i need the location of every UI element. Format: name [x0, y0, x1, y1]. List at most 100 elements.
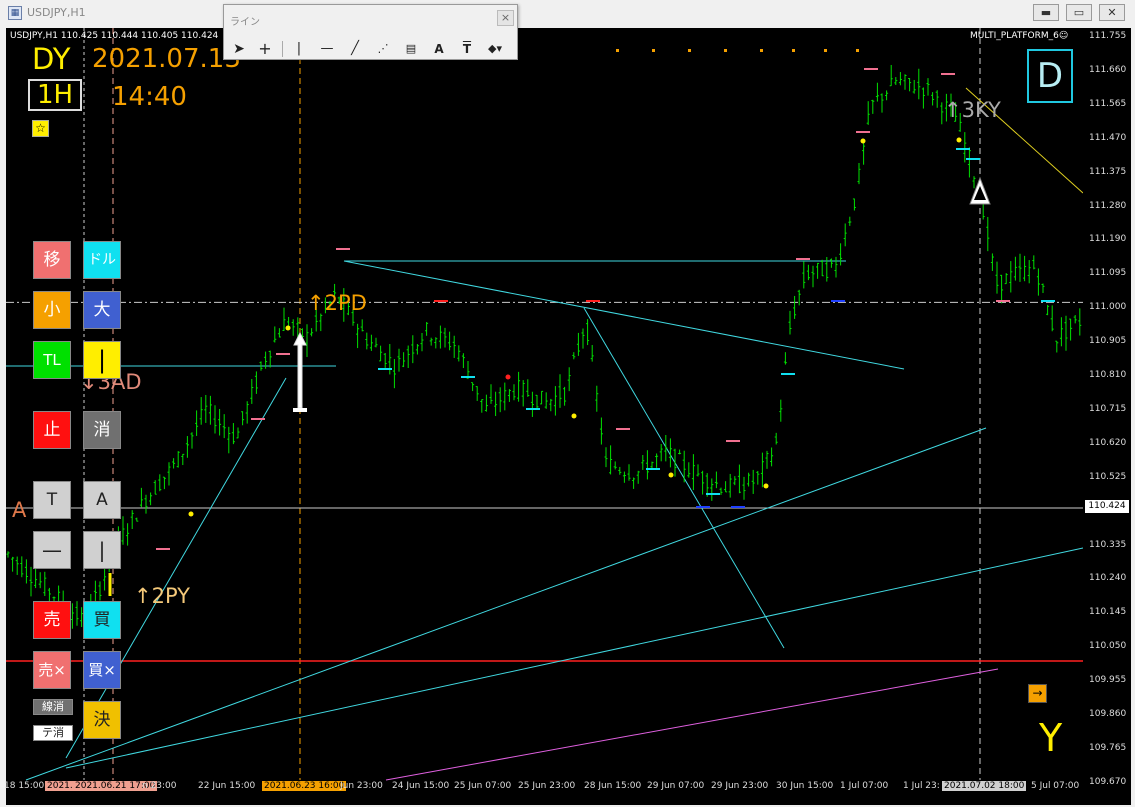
- order-marker: [956, 148, 970, 150]
- fibonacci-icon[interactable]: ⋰: [372, 38, 394, 60]
- te-erase-button[interactable]: テ消: [33, 725, 73, 741]
- cursor-icon[interactable]: ➤: [228, 38, 250, 60]
- marker-dot: [856, 49, 859, 52]
- tl-button[interactable]: TL: [33, 341, 71, 379]
- tag-a: A: [12, 498, 27, 522]
- window-title: USDJPY,H1: [27, 6, 86, 19]
- settle-button[interactable]: 決: [83, 701, 121, 739]
- stop-button[interactable]: 止: [33, 411, 71, 449]
- order-marker: [461, 376, 475, 378]
- order-marker: [616, 428, 630, 430]
- price-tick-label: 111.660: [1089, 64, 1127, 75]
- marker-dot: [688, 49, 691, 52]
- hline-button[interactable]: —: [33, 531, 71, 569]
- large-button[interactable]: 大: [83, 291, 121, 329]
- time-tick-label: 24 Jun 15:00: [392, 781, 450, 791]
- trendline-icon[interactable]: ╱: [344, 38, 366, 60]
- marker-dot: [760, 49, 763, 52]
- sell-button[interactable]: 売: [33, 601, 71, 639]
- time-tick-label: 29 Jun 23:00: [711, 781, 769, 791]
- signal-dot: [285, 325, 291, 331]
- day-label: DY: [32, 42, 71, 76]
- current-price-label: 110.424: [1085, 500, 1129, 513]
- label-icon[interactable]: T: [456, 38, 478, 60]
- order-marker: [996, 300, 1010, 302]
- text-a-button[interactable]: A: [83, 481, 121, 519]
- time-tick-label: 28 Jun 15:00: [584, 781, 642, 791]
- order-marker: [706, 493, 720, 495]
- time-tick-label: 25 Jun 23:00: [518, 781, 576, 791]
- price-tick-label: 109.670: [1089, 776, 1127, 787]
- buy-button[interactable]: 買: [83, 601, 121, 639]
- minimize-button[interactable]: ▬: [1033, 4, 1059, 21]
- trend-line: [343, 260, 905, 370]
- buy-close-button[interactable]: 買×: [83, 651, 121, 689]
- small-button[interactable]: 小: [33, 291, 71, 329]
- order-marker: [781, 373, 795, 375]
- fibonacci-grid-icon[interactable]: ▤: [400, 38, 422, 60]
- price-axis: 111.755 111.660 111.565 111.470 111.375 111.2…: [1083, 28, 1131, 787]
- restore-button[interactable]: ▭: [1066, 4, 1092, 21]
- sell-close-button[interactable]: 売×: [33, 651, 71, 689]
- signal-dot: [668, 472, 674, 478]
- time-tick-label: 5 Jul 07:00: [1031, 781, 1080, 791]
- star-icon[interactable]: ☆: [32, 120, 49, 137]
- price-tick-label: 110.715: [1089, 403, 1127, 414]
- vline2-button[interactable]: |: [83, 531, 121, 569]
- horizontal-line-icon[interactable]: —: [316, 38, 338, 60]
- text-icon[interactable]: A: [428, 38, 450, 60]
- line-toolbar-title: ライン: [230, 17, 260, 28]
- erase-button[interactable]: 消: [83, 411, 121, 449]
- time-tick-label: 30 Jun 15:00: [776, 781, 834, 791]
- crosshair-icon[interactable]: +: [254, 38, 276, 60]
- price-chart[interactable]: USDJPY,H1 110.425 110.444 110.405 110.42…: [6, 28, 1131, 805]
- order-marker: [1041, 300, 1055, 302]
- dollar-button[interactable]: ドル: [83, 241, 121, 279]
- order-marker: [731, 506, 745, 508]
- time-tick-label: 2021.06.23 16:00: [262, 781, 347, 791]
- text-t-button[interactable]: T: [33, 481, 71, 519]
- price-tick-label: 110.240: [1089, 573, 1127, 584]
- vline-button[interactable]: |: [83, 341, 121, 379]
- buy-arrow-icon: [293, 331, 307, 409]
- order-marker: [526, 408, 540, 410]
- order-marker: [696, 506, 710, 508]
- tag-2py: ↑2PY: [134, 584, 190, 608]
- marker-dot: [652, 49, 655, 52]
- price-tick-label: 109.860: [1089, 709, 1127, 719]
- line-toolbar-close-button[interactable]: ×: [497, 10, 514, 26]
- line-erase-button[interactable]: 線消: [33, 699, 73, 715]
- vertical-line-icon[interactable]: |: [288, 38, 310, 60]
- order-marker: [336, 248, 350, 250]
- price-tick-label: 110.810: [1089, 370, 1127, 380]
- time-tick-label: Jun 23:00: [340, 781, 383, 791]
- order-marker: [251, 418, 265, 420]
- shapes-dropdown-icon[interactable]: ◆▾: [484, 38, 506, 60]
- price-tick-label: 110.145: [1089, 607, 1127, 618]
- price-tick-label: 111.565: [1089, 98, 1127, 109]
- price-tick-label: 111.755: [1089, 31, 1127, 41]
- close-button[interactable]: ✕: [1099, 4, 1125, 21]
- price-tick-label: 111.470: [1089, 132, 1127, 143]
- window-titlebar: ▦ USDJPY,H1 ▬ ▭ ✕: [0, 0, 1135, 26]
- price-tick-label: 110.525: [1089, 471, 1127, 482]
- chart-canvas[interactable]: [6, 28, 1131, 805]
- order-marker: [856, 131, 870, 133]
- order-marker: [434, 300, 448, 302]
- time-tick-label: 2021.: [45, 781, 75, 791]
- arrow-right-icon[interactable]: →: [1028, 684, 1047, 703]
- time-tick-label: 18 15:00: [4, 781, 45, 791]
- move-button[interactable]: 移: [33, 241, 71, 279]
- d-box[interactable]: D: [1027, 49, 1073, 103]
- order-marker: [646, 468, 660, 470]
- signal-dot: [188, 511, 194, 517]
- chart-window-icon: ▦: [8, 6, 22, 20]
- price-tick-label: 109.765: [1089, 742, 1127, 753]
- timeframe-box[interactable]: 1H: [28, 79, 82, 111]
- price-tick-label: 111.000: [1089, 302, 1127, 313]
- line-toolbar[interactable]: ライン × ➤ + | — ╱ ⋰ ▤ A T ◆▾: [223, 4, 518, 60]
- indicator-label: MULTI_PLATFORM_6☺: [970, 31, 1069, 41]
- time-label: 14:40: [112, 82, 187, 112]
- marker-dot: [724, 49, 727, 52]
- signal-dot: [956, 137, 962, 143]
